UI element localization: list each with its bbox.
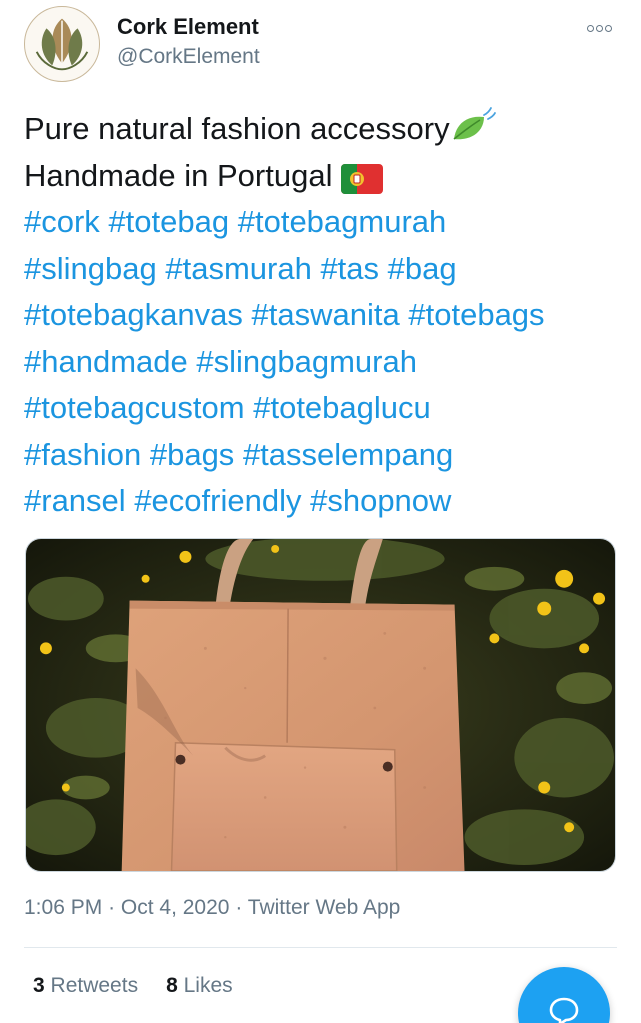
hashtag-link[interactable]: #totebags <box>408 297 544 332</box>
hashtag-link[interactable]: #tasselempang <box>243 437 453 472</box>
hashtag-link[interactable]: #totebag <box>108 204 229 239</box>
meta-separator: · <box>108 896 116 919</box>
hashtag-line: #totebagkanvas #taswanita #totebags <box>24 292 624 339</box>
author-name[interactable]: Cork Element <box>117 14 259 40</box>
likes-label: Likes <box>183 974 233 997</box>
reply-fab-button[interactable] <box>518 967 610 1023</box>
reply-bubble-icon <box>549 997 579 1023</box>
hashtag-link[interactable]: #tasmurah <box>165 251 311 286</box>
dot-icon <box>587 24 594 32</box>
meta-separator: · <box>235 896 243 919</box>
tweet-header: Cork Element @CorkElement <box>0 0 641 96</box>
hashtag-link[interactable]: #bags <box>150 437 234 472</box>
hashtag-link[interactable]: #totebagmurah <box>238 204 447 239</box>
dot-icon <box>596 24 603 32</box>
tweet-meta: 1:06 PM · Oct 4, 2020 · Twitter Web App <box>24 896 400 920</box>
hashtag-link[interactable]: #totebagcustom <box>24 390 245 425</box>
retweets-count: 3 <box>33 974 45 997</box>
tweet-photo[interactable] <box>25 538 616 872</box>
retweets-label: Retweets <box>50 974 139 997</box>
hashtag-link[interactable]: #cork <box>24 204 100 239</box>
hashtag-link[interactable]: #ransel <box>24 483 126 518</box>
tweet-line: Handmade in Portugal <box>24 153 624 200</box>
retweets-stat[interactable]: 3 Retweets <box>33 974 138 997</box>
hashtag-line: #totebagcustom #totebaglucu <box>24 385 624 432</box>
hashtag-line: #slingbag #tasmurah #tas #bag <box>24 246 624 293</box>
likes-stat[interactable]: 8 Likes <box>166 974 233 997</box>
tweet-text: Pure natural fashion accessory Handmade … <box>24 106 624 525</box>
tweet-source[interactable]: Twitter Web App <box>248 896 401 919</box>
hashtag-line: #fashion #bags #tasselempang <box>24 432 624 479</box>
hashtag-link[interactable]: #taswanita <box>252 297 400 332</box>
tweet-line: Pure natural fashion accessory <box>24 106 624 153</box>
divider <box>24 947 617 948</box>
hashtag-link[interactable]: #shopnow <box>310 483 451 518</box>
hashtag-link[interactable]: #totebaglucu <box>253 390 431 425</box>
tweet-stats: 3 Retweets 8 Likes <box>33 974 233 998</box>
hashtag-line: #ransel #ecofriendly #shopnow <box>24 478 624 525</box>
tweet-date[interactable]: Oct 4, 2020 <box>121 896 230 919</box>
hashtag-link[interactable]: #tas <box>320 251 379 286</box>
tweet-time: 1:06 PM <box>24 896 103 919</box>
leaf-logo-icon <box>26 8 98 80</box>
hashtag-link[interactable]: #slingbag <box>24 251 157 286</box>
dot-icon <box>605 24 612 32</box>
more-options-button[interactable] <box>587 18 617 38</box>
hashtag-line: #cork #totebag #totebagmurah <box>24 199 624 246</box>
cork-tote-bag-photo <box>26 539 615 871</box>
hashtag-link[interactable]: #fashion <box>24 437 141 472</box>
leaf-fluttering-in-wind-icon <box>450 107 496 159</box>
hashtag-link[interactable]: #totebagkanvas <box>24 297 243 332</box>
hashtag-line: #handmade #slingbagmurah <box>24 339 624 386</box>
avatar[interactable] <box>24 6 100 82</box>
likes-count: 8 <box>166 974 178 997</box>
author-handle[interactable]: @CorkElement <box>117 45 260 69</box>
hashtag-link[interactable]: #slingbagmurah <box>196 344 417 379</box>
hashtag-link[interactable]: #bag <box>388 251 457 286</box>
hashtag-link[interactable]: #handmade <box>24 344 188 379</box>
hashtag-link[interactable]: #ecofriendly <box>134 483 301 518</box>
